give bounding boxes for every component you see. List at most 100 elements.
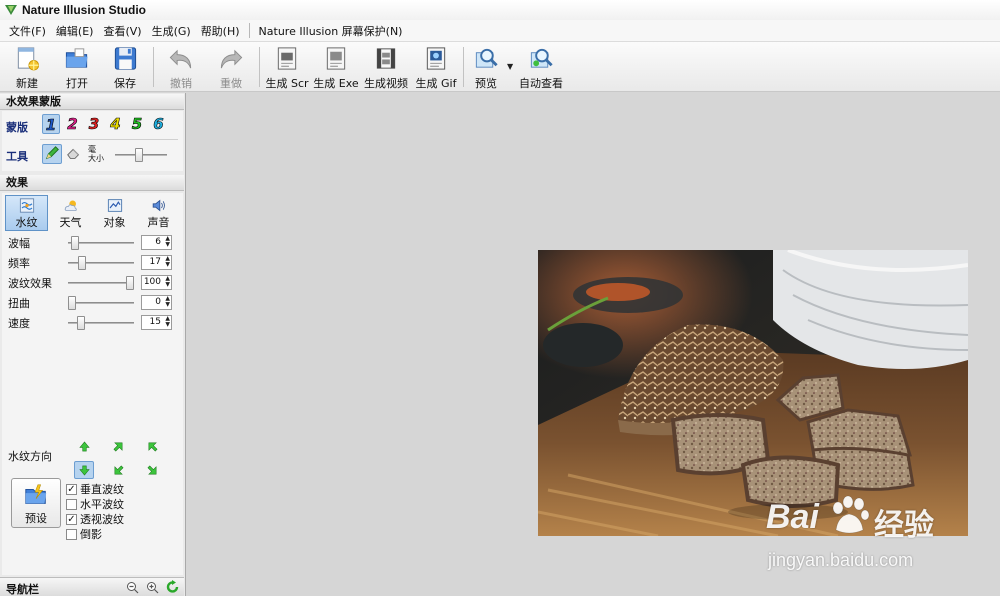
film-icon [376, 48, 396, 69]
mask-section-header: 水效果蒙版 [0, 94, 184, 110]
spin-arrows-icon[interactable]: ▲ ▼ [165, 296, 170, 308]
redo-arrow-icon [220, 49, 243, 69]
tab-sound[interactable]: 声音 [137, 195, 180, 231]
title-bar: Nature Illusion Studio [0, 0, 1000, 20]
spin-arrows-icon[interactable]: ▲ ▼ [165, 236, 170, 248]
checkbox[interactable]: ✓ [66, 513, 77, 525]
generate-gif-button[interactable]: 生成 Gif [414, 45, 458, 91]
checkbox-row[interactable]: 水平波纹 [66, 496, 124, 512]
app-icon [5, 5, 17, 15]
direction-down-right-button[interactable] [142, 461, 162, 479]
speaker-icon [152, 199, 165, 212]
zoom-out-icon[interactable] [126, 581, 139, 594]
brush-size-slider-thumb[interactable] [135, 148, 143, 162]
bread-photo[interactable] [538, 250, 968, 536]
arrow-up-left-icon [148, 442, 157, 451]
menu-bar: 文件(F) 编辑(E) 查看(V) 生成(G) 帮助(H) Nature Ill… [0, 20, 1000, 42]
tab-ripple[interactable]: 水纹 [5, 195, 48, 231]
menu-view[interactable]: 查看(V) [98, 23, 146, 39]
direction-down-button[interactable] [74, 461, 94, 479]
navbar-title: 导航栏 [6, 583, 39, 596]
zoom-in-icon[interactable] [146, 581, 159, 594]
size-label: 大小 [88, 154, 104, 163]
arrow-down-left-icon [114, 465, 123, 474]
param-slider[interactable] [68, 282, 134, 284]
save-disk-icon [114, 47, 137, 70]
param-slider-thumb[interactable] [126, 276, 134, 290]
checkbox-row[interactable]: ✓ 透视波纹 [66, 511, 124, 527]
navigation-bar: 导航栏 [0, 577, 184, 596]
checkbox[interactable] [66, 498, 77, 510]
refresh-icon[interactable] [166, 580, 180, 594]
generate-scr-button[interactable]: 生成 Scr [264, 45, 310, 91]
menu-edit[interactable]: 编辑(E) [51, 23, 99, 39]
toolbar-separator [463, 47, 464, 87]
checkbox-row[interactable]: 倒影 [66, 526, 102, 542]
mask-button-4[interactable]: 4 [107, 114, 125, 134]
effects-panel: 水纹 天气 对象 声音 波幅 6 ▲ ▼ 频率 17 ▲ ▼ 波纹效果 100 ▲ ▼ 扭曲 0 ▲ ▼ 速度 1… [2, 193, 183, 575]
param-spinbox[interactable]: 0 ▲ ▼ [141, 295, 172, 310]
param-value: 0 [155, 297, 161, 307]
brush-tool-button[interactable] [42, 144, 62, 164]
new-file-icon [17, 47, 40, 71]
param-value: 100 [143, 277, 161, 287]
undo-arrow-icon [169, 49, 192, 69]
mask-button-2[interactable]: 2 [64, 114, 82, 134]
tab-weather[interactable]: 天气 [49, 195, 92, 231]
arrow-down-icon [78, 465, 90, 476]
arrow-down-right-icon [147, 465, 156, 474]
auto-view-button[interactable]: 自动查看 [518, 45, 564, 91]
param-spinbox[interactable]: 100 ▲ ▼ [141, 275, 172, 290]
menu-file[interactable]: 文件(F) [4, 23, 51, 39]
weather-sun-cloud-icon [64, 200, 77, 211]
checkbox[interactable] [66, 528, 77, 540]
checkbox-label: 水平波纹 [80, 498, 124, 511]
redo-button[interactable]: 重做 [212, 45, 250, 91]
tab-object[interactable]: 对象 [93, 195, 136, 231]
param-slider-thumb[interactable] [76, 316, 85, 330]
undo-button[interactable]: 撤销 [162, 45, 200, 91]
generate-video-button[interactable]: 生成视频 [362, 45, 410, 91]
checkbox[interactable]: ✓ [66, 483, 77, 495]
mask-button-6[interactable]: 6 [150, 114, 168, 134]
toolbar: 新建 打开 保存 撤销 重做 生成 Scr 生成 Exe 生成视频 生成 Gif… [0, 42, 1000, 92]
open-button[interactable]: 打开 [58, 45, 96, 91]
arrow-up-icon [78, 440, 90, 451]
generate-exe-button[interactable]: 生成 Exe [313, 45, 359, 91]
menu-help[interactable]: 帮助(H) [196, 23, 245, 39]
menu-generate[interactable]: 生成(G) [147, 23, 196, 39]
param-spinbox[interactable]: 17 ▲ ▼ [141, 255, 172, 270]
window-title: Nature Illusion Studio [22, 3, 147, 17]
direction-up-right-button[interactable] [108, 437, 128, 455]
direction-up-left-button[interactable] [142, 437, 162, 455]
mask-button-5[interactable]: 5 [128, 114, 146, 134]
spin-arrows-icon[interactable]: ▲ ▼ [165, 256, 170, 268]
preview-dropdown-arrow-icon[interactable]: ▼ [507, 62, 513, 71]
direction-down-left-button[interactable] [108, 461, 128, 479]
param-slider-thumb[interactable] [68, 296, 76, 310]
preset-button[interactable]: 预设 [11, 478, 61, 528]
spin-arrows-icon[interactable]: ▲ ▼ [165, 276, 170, 288]
param-slider-thumb[interactable] [77, 256, 86, 270]
spin-arrows-icon[interactable]: ▲ ▼ [165, 316, 170, 328]
param-spinbox[interactable]: 15 ▲ ▼ [141, 315, 172, 330]
mask-button-3[interactable]: 3 [85, 114, 103, 134]
preview-button[interactable]: 预览 [469, 45, 503, 91]
mask-button-1[interactable]: 1 [42, 114, 60, 134]
checkbox-row[interactable]: ✓ 垂直波纹 [66, 481, 124, 497]
param-slider[interactable] [68, 302, 134, 304]
eraser-tool-button[interactable] [65, 144, 85, 164]
pencil-icon [45, 146, 59, 160]
generate-gif-icon [426, 47, 446, 70]
direction-up-button[interactable] [74, 437, 94, 455]
menu-screensaver[interactable]: Nature Illusion 屏幕保护(N) [254, 23, 408, 39]
param-spinbox[interactable]: 6 ▲ ▼ [141, 235, 172, 250]
canvas-area[interactable] [187, 93, 1000, 596]
divider [40, 139, 178, 140]
param-slider-thumb[interactable] [71, 236, 80, 250]
menu-separator [248, 23, 250, 38]
save-button[interactable]: 保存 [106, 45, 144, 91]
toolbar-separator [153, 47, 154, 87]
new-button[interactable]: 新建 [8, 45, 46, 91]
tool-label: 工具 [6, 150, 28, 163]
